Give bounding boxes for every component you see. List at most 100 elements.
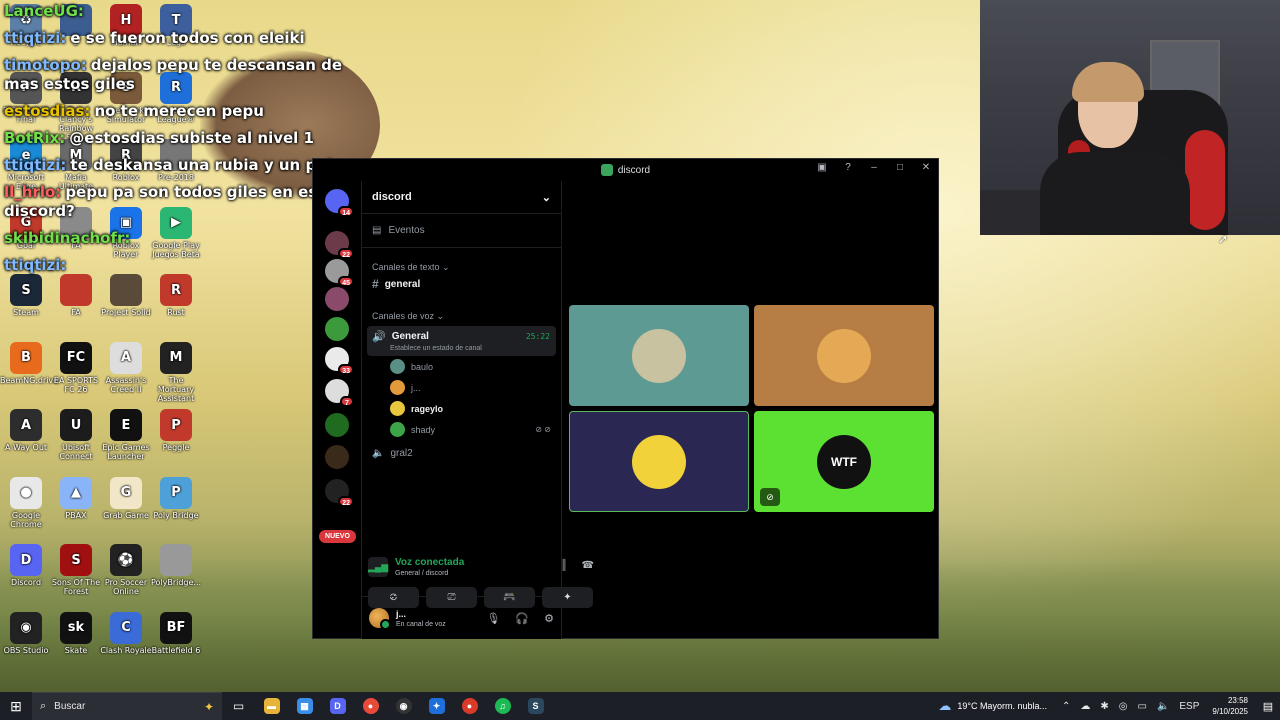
app-icon: ▲ bbox=[60, 476, 92, 509]
channel-general[interactable]: # general bbox=[362, 273, 561, 295]
server-icon[interactable]: 22 bbox=[325, 231, 354, 259]
server-badge: 45 bbox=[338, 276, 354, 287]
voice-user[interactable]: shady ⊘ ⊘ bbox=[362, 419, 561, 440]
server-icon[interactable] bbox=[325, 317, 349, 341]
events-item[interactable]: ▤ Eventos bbox=[362, 214, 561, 248]
close-button[interactable]: ✕ bbox=[920, 162, 932, 173]
headphones-icon[interactable]: 🎧 bbox=[515, 612, 529, 625]
discord-taskbar-icon[interactable]: D bbox=[321, 692, 354, 720]
webcam-overlay bbox=[980, 0, 1280, 235]
app-icon: U bbox=[60, 409, 92, 441]
maximize-button[interactable]: □ bbox=[894, 162, 906, 173]
desktop-icon[interactable]: ▲ PBAX bbox=[50, 476, 102, 520]
clock[interactable]: 23:58 9/10/2025 bbox=[1212, 695, 1248, 717]
server-icon[interactable]: 22 bbox=[325, 479, 354, 507]
discord-titlebar[interactable]: discord ▣ ? – □ ✕ bbox=[313, 159, 938, 181]
hash-icon: # bbox=[372, 277, 379, 291]
notification-icon[interactable]: ▤ bbox=[1256, 700, 1280, 713]
voice-user-name: shady bbox=[411, 424, 436, 435]
voice-timer: 25:22 bbox=[525, 332, 550, 341]
participant-tile[interactable] bbox=[569, 305, 749, 406]
participant-tile[interactable] bbox=[754, 305, 934, 406]
inbox-icon[interactable]: ▣ bbox=[816, 162, 828, 173]
desktop-icon[interactable]: U Ubisoft Connect bbox=[50, 409, 102, 461]
home-button[interactable]: 14 bbox=[325, 189, 354, 217]
chrome-icon[interactable]: ● bbox=[354, 692, 387, 720]
tray-app-icon[interactable]: ◎ bbox=[1119, 701, 1128, 712]
voice-user[interactable]: j... bbox=[362, 377, 561, 398]
desktop-icon[interactable]: B BeamNG.drive bbox=[0, 341, 59, 385]
minimize-button[interactable]: – bbox=[868, 162, 880, 173]
desktop-icon[interactable]: PolyBridge... bbox=[150, 544, 202, 587]
category-label: Canales de voz bbox=[372, 311, 435, 321]
language-indicator[interactable]: ESP bbox=[1179, 701, 1199, 712]
voice-connected-title[interactable]: Voz conectada bbox=[395, 557, 464, 568]
desktop-icon[interactable]: C Clash Royale bbox=[100, 611, 152, 655]
webcam-person-hair bbox=[1072, 62, 1144, 102]
obs-icon[interactable]: ◉ bbox=[387, 692, 420, 720]
network-icon[interactable]: ▭ bbox=[1137, 701, 1146, 712]
desktop-icon[interactable]: BF Battlefield 6 bbox=[150, 611, 202, 655]
chevron-up-icon[interactable]: ⌃ bbox=[1062, 701, 1070, 712]
participant-tile[interactable]: WTF ⊘ bbox=[754, 411, 934, 512]
spotify-icon[interactable]: ♫ bbox=[486, 692, 519, 720]
windows-start-icon[interactable]: ⊞ bbox=[0, 692, 32, 720]
desktop-icon[interactable]: P Poly Bridge bbox=[150, 476, 202, 520]
desktop-icon[interactable]: ● Google Chrome bbox=[0, 476, 52, 529]
voice-channel-status[interactable]: Establece un estado de canal bbox=[390, 345, 551, 352]
tray-app-icon[interactable]: ☁ bbox=[1080, 701, 1090, 712]
tray-app-icon[interactable]: ✱ bbox=[1100, 701, 1108, 712]
voice-channel-general[interactable]: 🔊 General 25:22 Establece un estado de c… bbox=[367, 326, 556, 356]
chat-message: BotRix: @estosdias subiste al nivel 1 bbox=[4, 129, 354, 148]
desktop-icon[interactable]: sk Skate bbox=[50, 611, 102, 655]
store-icon[interactable]: ▦ bbox=[288, 692, 321, 720]
user-name[interactable]: j... bbox=[396, 609, 446, 619]
server-icon[interactable]: 33 bbox=[325, 347, 354, 375]
voice-user[interactable]: rageylo bbox=[362, 398, 561, 419]
server-icon[interactable]: 7 bbox=[325, 379, 354, 407]
avatar[interactable] bbox=[369, 608, 391, 630]
category-text[interactable]: Canales de texto ⌄ bbox=[362, 262, 561, 273]
app-icon: M bbox=[160, 341, 192, 374]
desktop-icon[interactable]: S Sons Of The Forest bbox=[50, 544, 102, 596]
task-view-icon[interactable]: ▭ bbox=[222, 692, 255, 720]
app-icon[interactable]: ● bbox=[453, 692, 486, 720]
server-icon[interactable] bbox=[325, 287, 349, 311]
desktop-icon-label: Skate bbox=[64, 645, 88, 655]
taskbar-search[interactable]: ⌕ Buscar ✦ bbox=[32, 692, 222, 720]
desktop-icon[interactable]: P Peggle bbox=[150, 409, 202, 452]
desktop-icon[interactable]: E Epic Games Launcher bbox=[100, 409, 152, 461]
speaker-icon: 🔊 bbox=[372, 331, 386, 343]
stream-chat-overlay: LanceUG: ttiqtizi: e se fueron todos con e… bbox=[4, 2, 354, 283]
microphone-icon[interactable]: 🎙 bbox=[486, 612, 500, 625]
app-icon: A bbox=[110, 341, 142, 374]
desktop-icon[interactable]: G Grab Game bbox=[100, 476, 152, 520]
chat-message: estosdias: no te merecen pepu bbox=[4, 102, 354, 121]
server-header[interactable]: discord ⌄ bbox=[362, 181, 561, 214]
weather-widget[interactable]: ☁ 19°C Mayorm. nubla... bbox=[938, 698, 1047, 714]
help-icon[interactable]: ? bbox=[842, 162, 854, 173]
file-explorer-icon[interactable]: ▬ bbox=[255, 692, 288, 720]
desktop-icon[interactable]: A Assassin's Creed II bbox=[100, 341, 152, 394]
steam-icon[interactable]: S bbox=[519, 692, 552, 720]
voice-user[interactable]: baulo bbox=[362, 356, 561, 377]
desktop-icon[interactable]: D Discord bbox=[0, 544, 52, 587]
voice-connected-location[interactable]: General / discord bbox=[395, 570, 464, 577]
app-icon[interactable]: ✦ bbox=[420, 692, 453, 720]
desktop-icon[interactable]: ⚽ Pro Soccer Online bbox=[100, 544, 152, 596]
desktop-icon-label: BeamNG.drive bbox=[0, 375, 59, 385]
server-icon[interactable]: 45 bbox=[325, 259, 354, 287]
desktop-icon[interactable]: M The Mortuary Assistant bbox=[150, 341, 202, 403]
desktop-icon[interactable]: FC EA SPORTS FC 26 bbox=[50, 341, 102, 394]
category-voice[interactable]: Canales de voz ⌄ bbox=[362, 311, 561, 322]
signal-icon[interactable]: ▂▄▆ bbox=[368, 557, 388, 577]
app-icon: FC bbox=[60, 341, 92, 374]
server-icon[interactable] bbox=[325, 413, 349, 437]
volume-icon[interactable]: 🔈 bbox=[1157, 701, 1169, 712]
participant-tile[interactable] bbox=[569, 411, 749, 512]
voice-channel-gral2[interactable]: 🔈 gral2 bbox=[362, 440, 561, 467]
desktop-icon[interactable]: ◉ OBS Studio bbox=[0, 611, 52, 655]
gear-icon[interactable]: ⚙ bbox=[544, 612, 554, 625]
desktop-icon[interactable]: A A Way Out bbox=[0, 409, 52, 452]
server-icon[interactable] bbox=[325, 445, 349, 469]
